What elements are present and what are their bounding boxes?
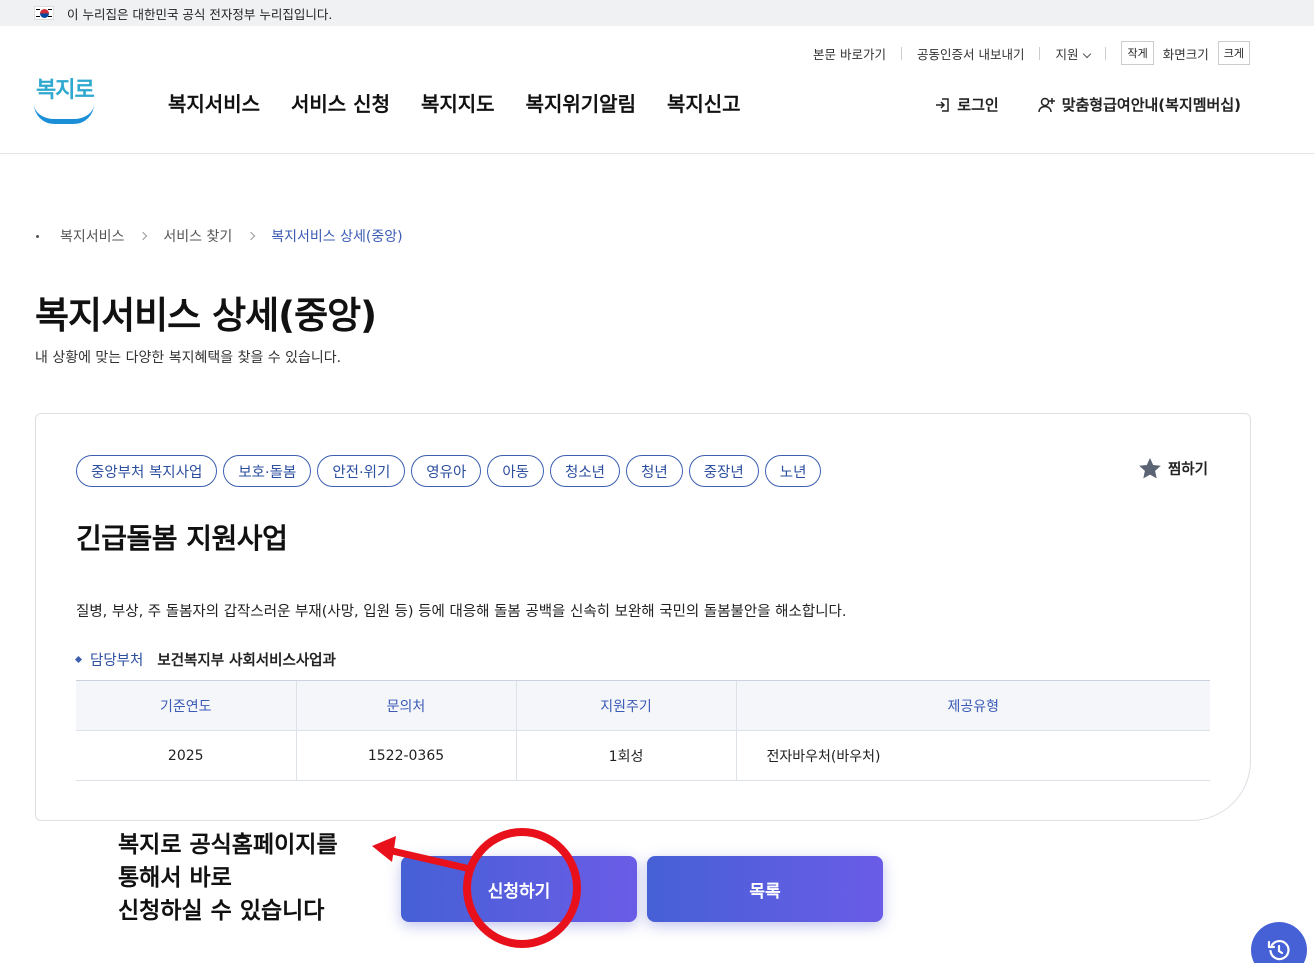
bokjiro-logo[interactable]: 복지로 [34, 72, 96, 128]
table-cell: 2025 [76, 730, 296, 781]
chevron-down-icon [1083, 49, 1092, 58]
star-icon [1139, 458, 1161, 479]
diamond-bullet-icon [74, 655, 83, 664]
main-nav: 복지서비스 서비스 신청 복지지도 복지위기알림 복지신고 [168, 88, 741, 117]
service-info-table: 기준연도 문의처 지원주기 제공유형 2025 1522-0365 1회성 전자… [76, 680, 1210, 781]
taegeuk-flag-icon [34, 6, 54, 20]
table-header: 지원주기 [515, 680, 736, 731]
breadcrumb-bullet [36, 234, 39, 238]
nav-item-welfare-service[interactable]: 복지서비스 [168, 88, 260, 117]
table-row: 2025 1522-0365 1회성 전자바우처(바우처) [76, 730, 1210, 781]
breadcrumb: 복지서비스 서비스 찾기 복지서비스 상세(중앙) [36, 226, 403, 246]
gov-banner: 이 누리집은 대한민국 공식 전자정부 누리집입니다. [0, 0, 1314, 26]
table-cell: 1회성 [515, 730, 736, 781]
support-label: 지원 [1055, 46, 1079, 62]
tag[interactable]: 보호·돌봄 [223, 455, 312, 487]
service-detail-card: 중앙부처 복지사업 보호·돌봄 안전·위기 영유아 아동 청소년 청년 중장년 … [35, 413, 1251, 821]
red-arrow-icon [372, 836, 470, 872]
list-button[interactable]: 목록 [647, 856, 883, 922]
gov-banner-text: 이 누리집은 대한민국 공식 전자정부 누리집입니다. [67, 6, 333, 22]
department-label: 담당부처 [90, 653, 144, 669]
member-links: 로그인 맞춤형급여안내(복지멤버십) [934, 94, 1241, 115]
tag-list: 중앙부처 복지사업 보호·돌봄 안전·위기 영유아 아동 청소년 청년 중장년 … [76, 455, 822, 487]
divider [900, 46, 902, 60]
breadcrumb-current: 복지서비스 상세(중앙) [271, 229, 403, 245]
membership-link[interactable]: 맞춤형급여안내(복지멤버십) [1037, 94, 1241, 115]
nav-item-welfare-map[interactable]: 복지지도 [421, 88, 495, 117]
table-header-row: 기준연도 문의처 지원주기 제공유형 [76, 680, 1210, 731]
favorite-button[interactable]: 찜하기 [1138, 457, 1208, 480]
table-header: 제공유형 [735, 680, 1210, 731]
refresh-icon [1267, 939, 1290, 961]
tag[interactable]: 노년 [764, 455, 822, 487]
font-large-button[interactable]: 크게 [1217, 41, 1250, 65]
tag[interactable]: 중앙부처 복지사업 [76, 455, 218, 487]
highlight-circle [463, 828, 581, 948]
tag[interactable]: 영유아 [411, 455, 482, 487]
table-header: 기준연도 [76, 680, 296, 731]
tag[interactable]: 아동 [487, 455, 544, 487]
table-cell: 전자바우처(바우처) [735, 730, 1210, 781]
table-cell: 1522-0365 [295, 730, 516, 781]
header-divider [0, 153, 1314, 154]
utility-nav: 본문 바로가기 공동인증서 내보내기 지원 작게 화면크기 크게 [813, 41, 1250, 65]
service-title: 긴급돌봄 지원사업 [76, 522, 288, 555]
login-label: 로그인 [957, 96, 999, 114]
favorite-label: 찜하기 [1167, 462, 1208, 478]
login-link[interactable]: 로그인 [934, 94, 999, 115]
breadcrumb-item[interactable]: 복지서비스 [60, 226, 124, 246]
user-plus-icon [1037, 97, 1055, 112]
nav-item-crisis-alert[interactable]: 복지위기알림 [526, 88, 636, 117]
tag[interactable]: 청년 [626, 455, 683, 487]
history-fab-button[interactable] [1251, 922, 1307, 963]
chevron-right-icon [247, 231, 256, 241]
skip-to-content-link[interactable]: 본문 바로가기 [813, 44, 886, 63]
table-header: 문의처 [295, 680, 516, 731]
annotation-text: 복지로 공식홈페이지를 통해서 바로 신청하실 수 있습니다 [118, 832, 338, 924]
nav-item-service-apply[interactable]: 서비스 신청 [291, 88, 390, 117]
tag[interactable]: 중장년 [688, 455, 759, 487]
page-title: 복지서비스 상세(중앙) [35, 294, 377, 337]
support-dropdown[interactable]: 지원 [1055, 44, 1092, 63]
font-small-button[interactable]: 작게 [1121, 41, 1154, 65]
cert-export-link[interactable]: 공동인증서 내보내기 [917, 44, 1024, 63]
logo-smile-icon [34, 104, 94, 124]
breadcrumb-item[interactable]: 서비스 찾기 [163, 226, 232, 246]
divider [1105, 46, 1107, 60]
zoom-label: 화면크기 [1162, 46, 1209, 62]
page-description: 내 상황에 맞는 다양한 복지혜택을 찾을 수 있습니다. [35, 350, 342, 366]
nav-item-welfare-report[interactable]: 복지신고 [667, 88, 741, 117]
department-info: 담당부처 보건복지부 사회서비스사업과 [74, 649, 336, 670]
chevron-right-icon [139, 231, 148, 241]
membership-label: 맞춤형급여안내(복지멤버십) [1061, 96, 1241, 114]
service-description: 질병, 부상, 주 돌봄자의 갑작스러운 부재(사망, 입원 등) 등에 대응해… [76, 604, 847, 620]
department-value: 보건복지부 사회서비스사업과 [157, 653, 336, 669]
login-icon [936, 97, 950, 112]
tag[interactable]: 안전·위기 [317, 455, 406, 487]
divider [1039, 46, 1041, 60]
tag[interactable]: 청소년 [550, 455, 621, 487]
logo-text: 복지로 [36, 78, 95, 103]
